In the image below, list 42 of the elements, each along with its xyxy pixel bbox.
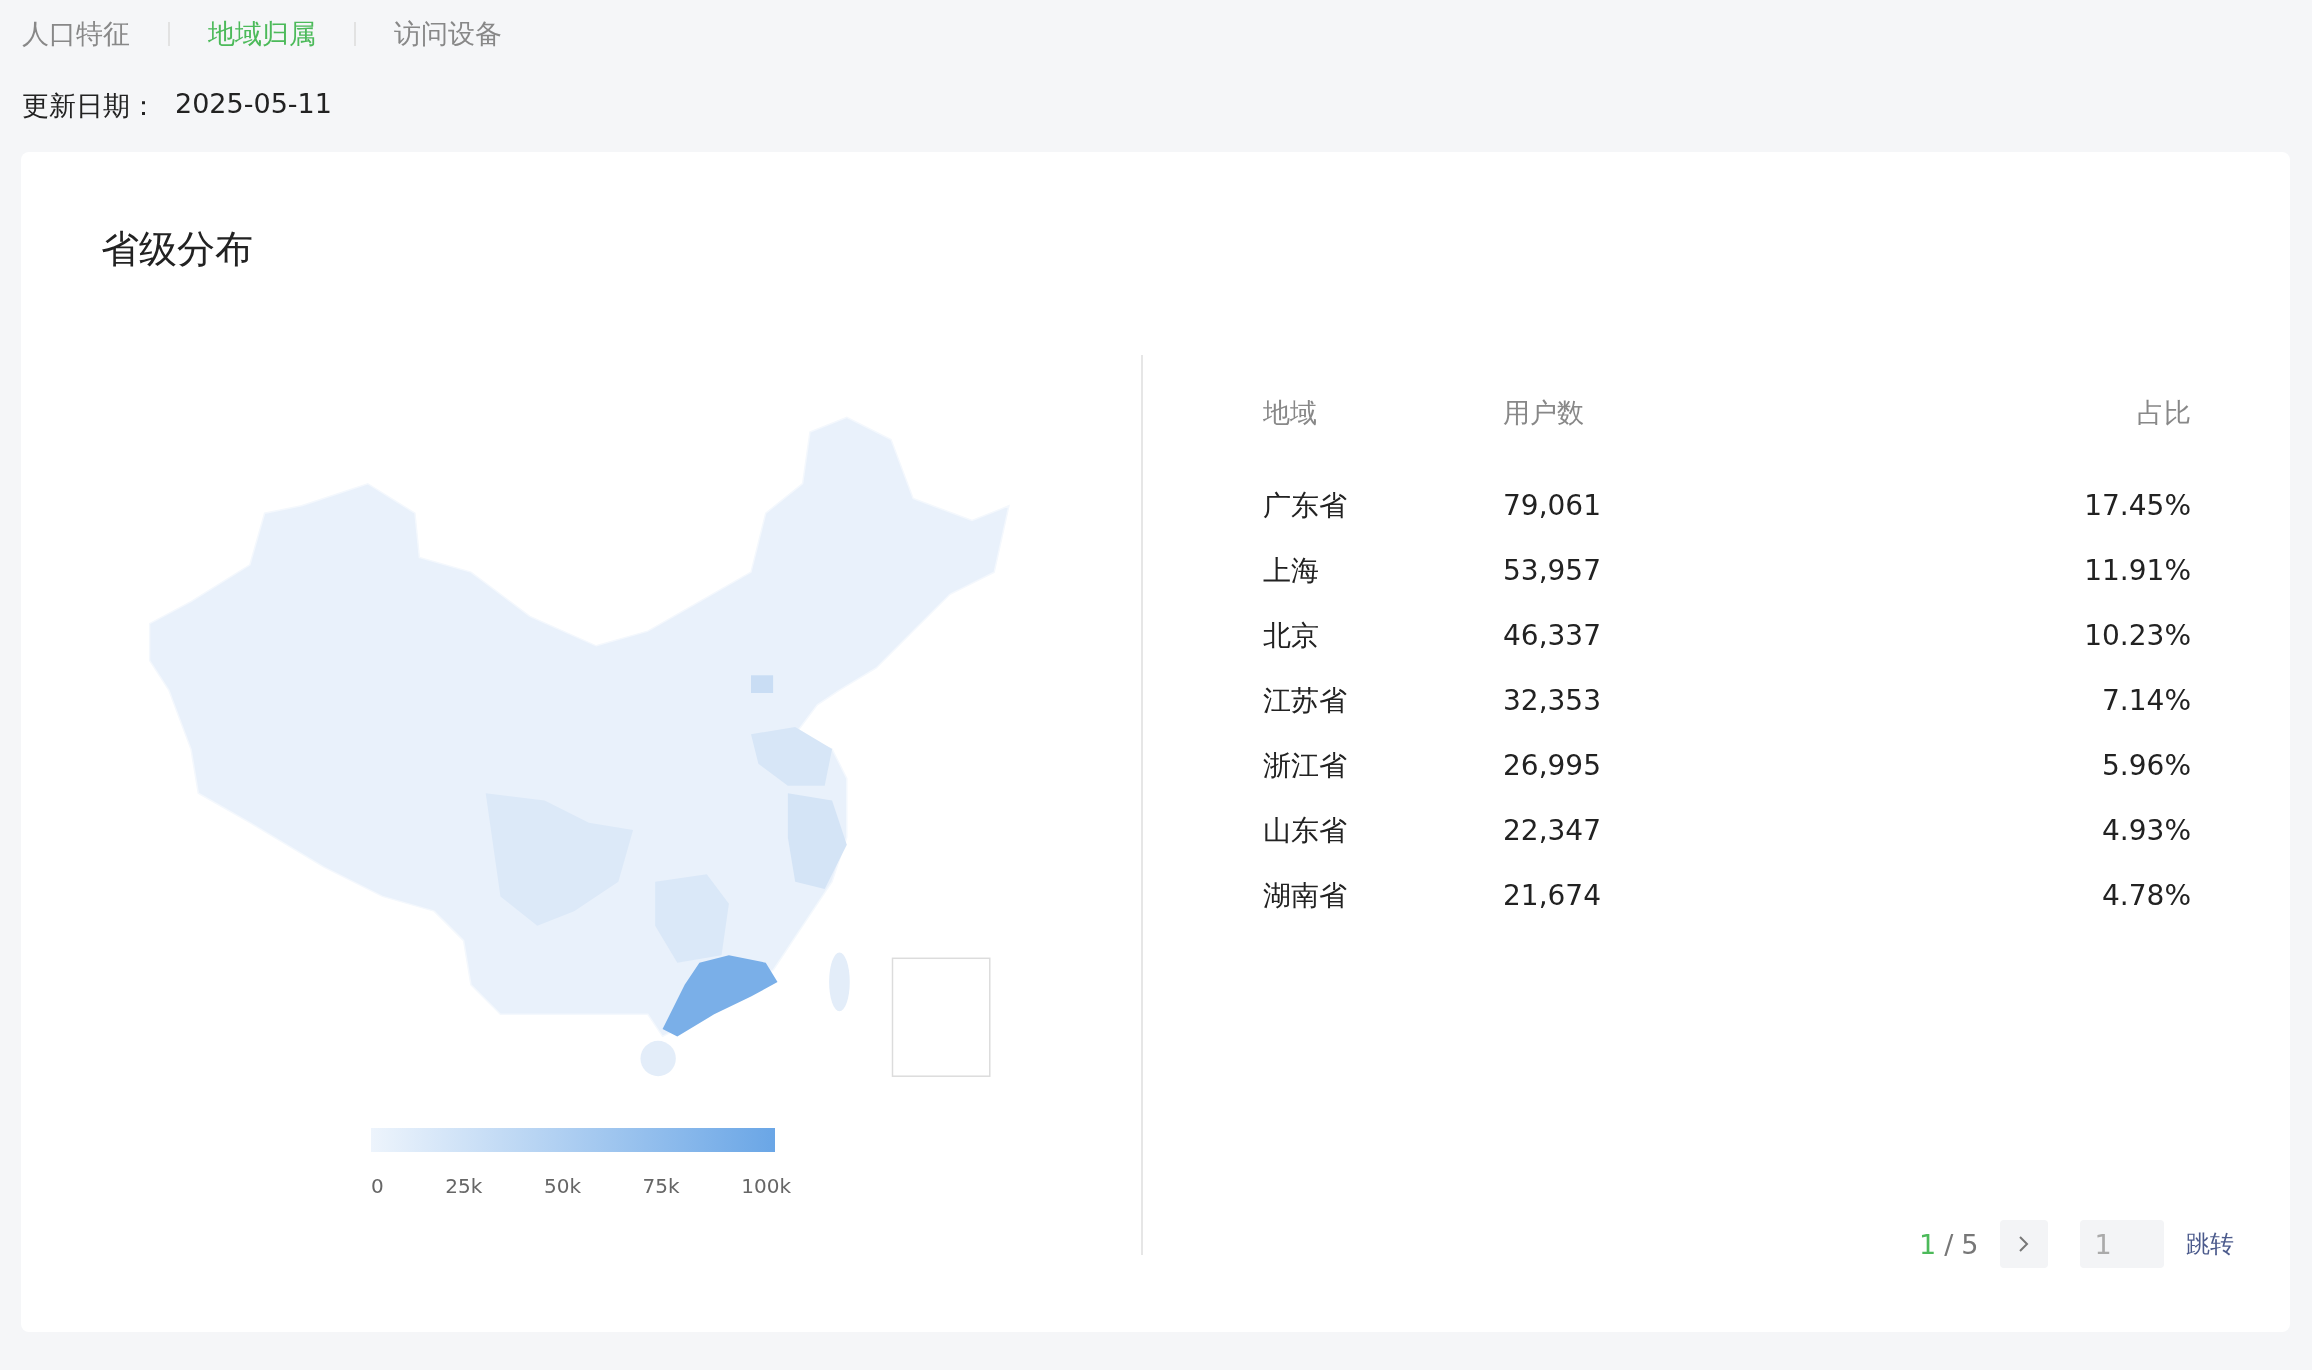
table-cell-text: 32,353 (1503, 683, 1602, 719)
update-date: 2025-05-11 (175, 88, 332, 121)
table-cell-text: 17.45% (2083, 488, 2191, 524)
table-cell-text: 5.96% (2101, 748, 2191, 784)
scale-tick-label: 50k (543, 1174, 581, 1198)
tab[interactable]: 地域归属 (208, 16, 316, 52)
table-cell-text: 22,347 (1503, 813, 1602, 849)
table-cell-text: 4.93% (2101, 813, 2191, 849)
tab[interactable]: 访问设备 (394, 16, 502, 52)
current-page: 1 (1919, 1228, 1937, 1260)
tab[interactable]: 人口特征 (22, 16, 130, 52)
scale-tick-label: 100k (741, 1174, 791, 1198)
table-cell-text: 4.78% (2101, 878, 2191, 914)
jump-button[interactable]: 跳转 (2186, 1228, 2235, 1260)
table-cell-text: 21,674 (1503, 878, 1602, 914)
scale-tick-label: 75k (642, 1174, 680, 1198)
column-header: 用户数 (1503, 396, 1585, 430)
page-input-field[interactable]: 1 (2080, 1220, 2165, 1268)
column-header: 占比 (2136, 396, 2191, 430)
scale-tick-label: 0 (371, 1174, 384, 1198)
column-header: 地域 (1263, 395, 1503, 473)
table-cell-text: 山东省 (1263, 812, 1348, 849)
update-date-label: 更新日期： (22, 89, 157, 123)
table-cell-text: 11.91% (2083, 553, 2191, 589)
table-cell-text: 79,061 (1503, 488, 1602, 524)
table-cell-text: 浙江省 (1263, 747, 1348, 784)
table-cell-text: 10.23% (2083, 618, 2191, 654)
total-pages: 5 (1961, 1228, 1979, 1260)
table-cell-text: 北京 (1263, 617, 1320, 654)
table-cell-text: 53,957 (1503, 553, 1602, 589)
chevron-right-icon (2018, 1235, 2031, 1253)
table-cell-text: 7.14% (2101, 683, 2191, 719)
table-cell-text: 46,337 (1503, 618, 1602, 654)
table-cell-text: 上海 (1263, 552, 1320, 589)
page-separator: / (1944, 1228, 1954, 1260)
next-page-button[interactable] (2000, 1220, 2049, 1268)
table-cell-text: 江苏省 (1263, 682, 1348, 719)
table-cell-text: 湖南省 (1263, 877, 1348, 914)
table-cell-text: 26,995 (1503, 748, 1602, 784)
card-title: 省级分布 (101, 226, 254, 273)
table-cell-text: 广东省 (1263, 487, 1348, 524)
scale-tick-label: 25k (445, 1174, 483, 1198)
